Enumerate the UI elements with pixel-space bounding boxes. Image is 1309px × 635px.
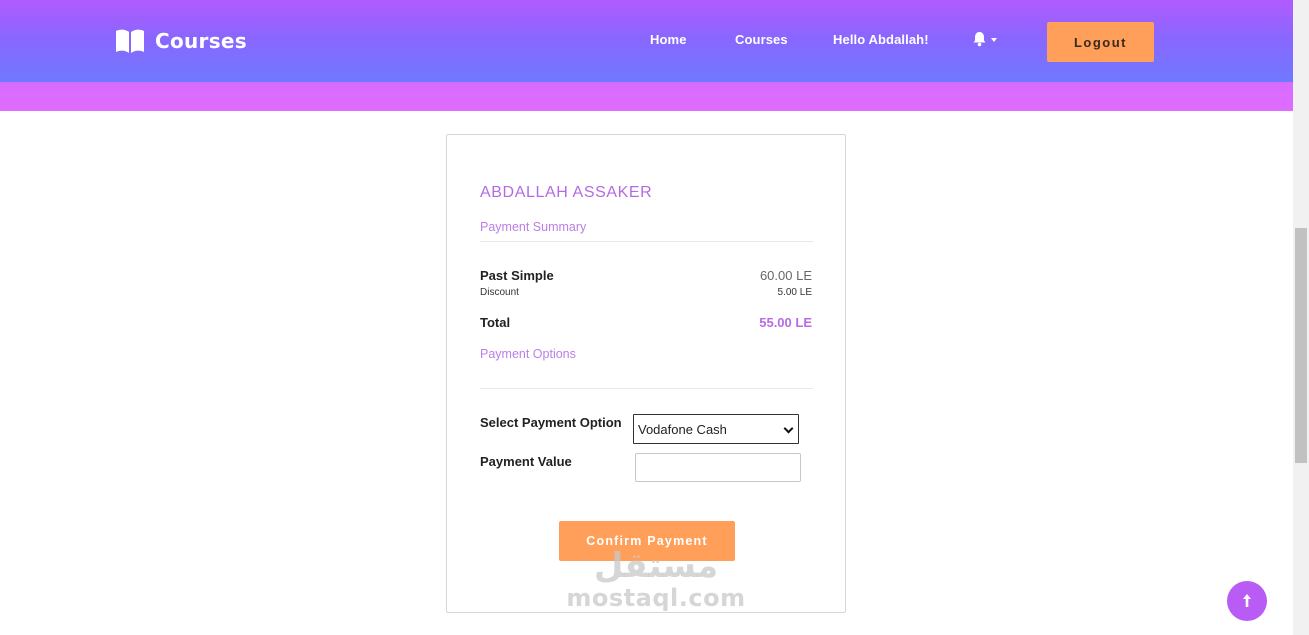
divider	[480, 241, 813, 242]
nav-home-link[interactable]: Home	[650, 32, 687, 47]
watermark-latin: mostaql.com	[566, 584, 746, 612]
discount-value: 5.00 LE	[777, 287, 812, 298]
divider	[480, 388, 813, 389]
course-price: 60.00 LE	[759, 268, 812, 283]
top-navbar: Courses Home Courses Hello Abdallah! Log…	[0, 0, 1293, 82]
watermark-logo: مستقل mostaql.com	[566, 548, 746, 612]
payment-options-title: Payment Options	[480, 347, 576, 361]
payment-value-label: Payment Value	[480, 454, 572, 469]
total-label: Total	[480, 315, 511, 330]
course-name: Past Simple	[480, 268, 554, 283]
chevron-down-icon	[783, 423, 794, 434]
brand-logo[interactable]: Courses	[115, 27, 247, 55]
payment-option-select[interactable]: Vodafone Cash	[633, 414, 799, 444]
payment-card: ABDALLAH ASSAKER Payment Summary Past Si…	[446, 134, 846, 613]
scrollbar-thumb[interactable]	[1295, 228, 1307, 463]
payment-summary-title: Payment Summary	[480, 220, 587, 234]
logout-button[interactable]: Logout	[1047, 22, 1154, 62]
bell-icon	[973, 32, 986, 47]
payment-option-label: Select Payment Option	[480, 415, 622, 430]
user-greeting[interactable]: Hello Abdallah!	[833, 32, 929, 47]
notifications-dropdown[interactable]	[972, 31, 997, 47]
discount-label: Discount	[480, 287, 519, 298]
watermark-arabic: مستقل	[593, 546, 719, 586]
payment-option-selected: Vodafone Cash	[638, 421, 727, 437]
nav-courses-link[interactable]: Courses	[735, 32, 788, 47]
customer-name: ABDALLAH ASSAKER	[480, 184, 653, 201]
caret-down-icon	[991, 37, 997, 42]
back-to-top-button[interactable]	[1227, 581, 1267, 621]
arrow-up-icon	[1243, 594, 1251, 607]
payment-value-input[interactable]	[635, 453, 801, 482]
open-book-icon	[116, 29, 144, 53]
header-subband	[0, 82, 1293, 111]
total-value: 55.00 LE	[759, 315, 812, 330]
brand-name: Courses	[155, 29, 247, 53]
